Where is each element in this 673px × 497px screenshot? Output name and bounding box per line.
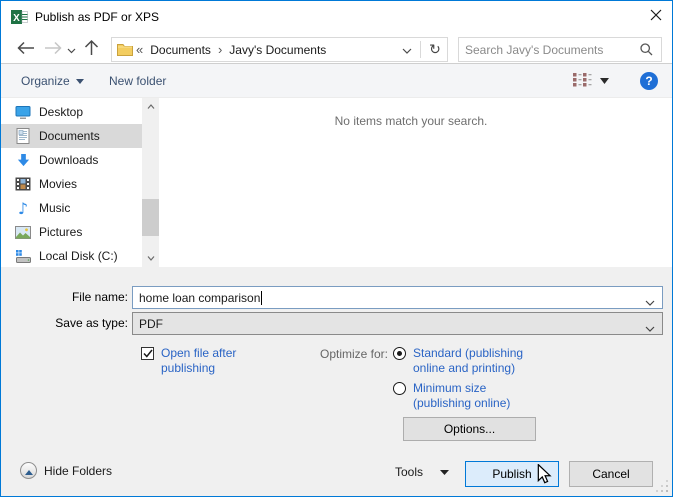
sidebar-item-local-disk-c[interactable]: Local Disk (C:)	[1, 244, 142, 268]
desktop-icon	[15, 104, 31, 120]
options-button[interactable]: Options...	[403, 417, 536, 441]
sidebar-item-downloads[interactable]: Downloads	[1, 148, 142, 172]
excel-app-icon: X	[11, 9, 28, 28]
folder-icon	[117, 43, 133, 56]
dialog-footer: File name: home loan comparison Save as …	[1, 267, 672, 496]
checkmark-icon	[142, 347, 153, 361]
new-folder-button[interactable]: New folder	[109, 64, 166, 98]
text-caret	[261, 290, 263, 305]
refresh-button[interactable]: ↻	[423, 42, 447, 58]
chevron-down-icon	[600, 78, 609, 84]
search-icon[interactable]	[640, 43, 661, 56]
question-mark-icon: ?	[645, 74, 653, 88]
open-file-checkbox-label[interactable]: Open file after publishing	[161, 346, 261, 376]
cancel-button[interactable]: Cancel	[569, 461, 653, 487]
address-bar-divider	[420, 41, 421, 58]
resize-grip-icon[interactable]	[655, 479, 669, 496]
breadcrumb-overflow-chevrons[interactable]: «	[133, 42, 146, 57]
svg-text:X: X	[13, 13, 20, 24]
back-button[interactable]	[13, 40, 37, 58]
search-input[interactable]	[459, 42, 640, 57]
file-name-value: home loan comparison	[139, 290, 261, 305]
publish-button[interactable]: Publish	[465, 461, 559, 487]
publish-as-pdf-dialog: X Publish as PDF or XPS « Documents › Ja…	[0, 0, 673, 497]
forward-button[interactable]	[41, 40, 65, 58]
save-as-type-value: PDF	[139, 316, 163, 331]
up-button[interactable]	[81, 38, 101, 59]
chevron-down-icon	[67, 43, 76, 57]
hard-drive-icon	[15, 248, 31, 264]
hide-folders-label[interactable]: Hide Folders	[44, 464, 112, 478]
dialog-body: Desktop Documents Downloads Movies ♪ Mus…	[1, 98, 672, 267]
organize-label: Organize	[21, 74, 70, 88]
sidebar-item-pictures[interactable]: Pictures	[1, 220, 142, 244]
address-bar[interactable]: « Documents › Javy's Documents ↻	[111, 37, 448, 62]
publish-button-label: Publish	[492, 467, 532, 481]
chevron-down-icon[interactable]	[645, 321, 655, 335]
details-view-icon	[573, 72, 592, 90]
view-options-button[interactable]	[573, 64, 609, 98]
address-dropdown-button[interactable]	[396, 43, 418, 57]
sidebar-item-label: Music	[39, 201, 71, 215]
chevron-down-icon	[440, 469, 450, 475]
optimize-for-label: Optimize for:	[319, 347, 388, 361]
search-box[interactable]	[458, 37, 662, 62]
minimum-size-radio-label[interactable]: Minimum size (publishing online)	[413, 381, 533, 411]
radio-dot	[397, 351, 402, 356]
cancel-button-label: Cancel	[592, 467, 630, 481]
title-bar: X Publish as PDF or XPS	[1, 1, 672, 33]
standard-radio[interactable]	[393, 347, 406, 360]
help-button[interactable]: ?	[640, 72, 658, 90]
breadcrumb-separator-icon[interactable]: ›	[215, 42, 225, 57]
chevron-down-icon[interactable]	[645, 295, 655, 309]
sidebar-item-music[interactable]: ♪ Music	[1, 196, 142, 220]
sidebar-item-desktop[interactable]: Desktop	[1, 100, 142, 124]
save-as-type-dropdown[interactable]: PDF	[132, 312, 663, 335]
sidebar-item-movies[interactable]: Movies	[1, 172, 142, 196]
options-button-label: Options...	[443, 422, 496, 436]
sidebar-item-label: Downloads	[39, 153, 99, 167]
file-name-label: File name:	[71, 290, 128, 304]
close-icon	[650, 9, 662, 24]
sidebar-item-label: Documents	[39, 129, 100, 143]
up-triangle-icon	[24, 464, 33, 478]
sidebar-item-label: Movies	[39, 177, 78, 191]
picture-icon	[15, 224, 31, 240]
music-note-icon: ♪	[17, 198, 29, 218]
tools-label: Tools	[395, 465, 424, 479]
download-arrow-icon	[15, 152, 31, 168]
organize-button[interactable]: Organize	[21, 64, 84, 98]
forward-arrow-icon	[44, 41, 63, 58]
window-title: Publish as PDF or XPS	[35, 10, 160, 24]
film-icon	[15, 176, 31, 192]
chevron-down-icon	[75, 78, 84, 84]
up-arrow-icon	[84, 39, 99, 59]
close-button[interactable]	[639, 1, 672, 32]
sidebar-item-documents[interactable]: Documents	[1, 124, 142, 148]
new-folder-label: New folder	[109, 74, 167, 88]
navigation-bar: « Documents › Javy's Documents ↻	[1, 33, 672, 64]
empty-results-message: No items match your search.	[334, 114, 488, 128]
back-arrow-icon	[16, 41, 35, 58]
file-name-input[interactable]: home loan comparison	[132, 286, 663, 309]
scrollbar-thumb[interactable]	[142, 199, 159, 236]
sidebar-scrollbar[interactable]	[142, 98, 159, 267]
breadcrumb-item-javys-documents[interactable]: Javy's Documents	[225, 43, 330, 57]
scroll-down-icon[interactable]	[142, 251, 159, 266]
open-file-checkbox[interactable]	[141, 347, 154, 360]
sidebar-item-label: Pictures	[39, 225, 83, 239]
document-icon	[15, 128, 31, 144]
breadcrumb-item-documents[interactable]: Documents	[146, 43, 215, 57]
recent-locations-button[interactable]	[64, 45, 78, 55]
command-toolbar: Organize New folder ?	[1, 64, 672, 98]
sidebar-item-label: Local Disk (C:)	[39, 249, 118, 263]
save-as-type-label: Save as type:	[55, 316, 128, 330]
sidebar-item-label: Desktop	[39, 105, 84, 119]
standard-radio-label[interactable]: Standard (publishing online and printing…	[413, 346, 543, 376]
minimum-size-radio[interactable]	[393, 382, 406, 395]
chevron-down-icon	[402, 43, 412, 57]
tools-button[interactable]: Tools	[395, 461, 450, 483]
hide-folders-button[interactable]	[20, 462, 37, 479]
scroll-up-icon[interactable]	[142, 99, 159, 114]
